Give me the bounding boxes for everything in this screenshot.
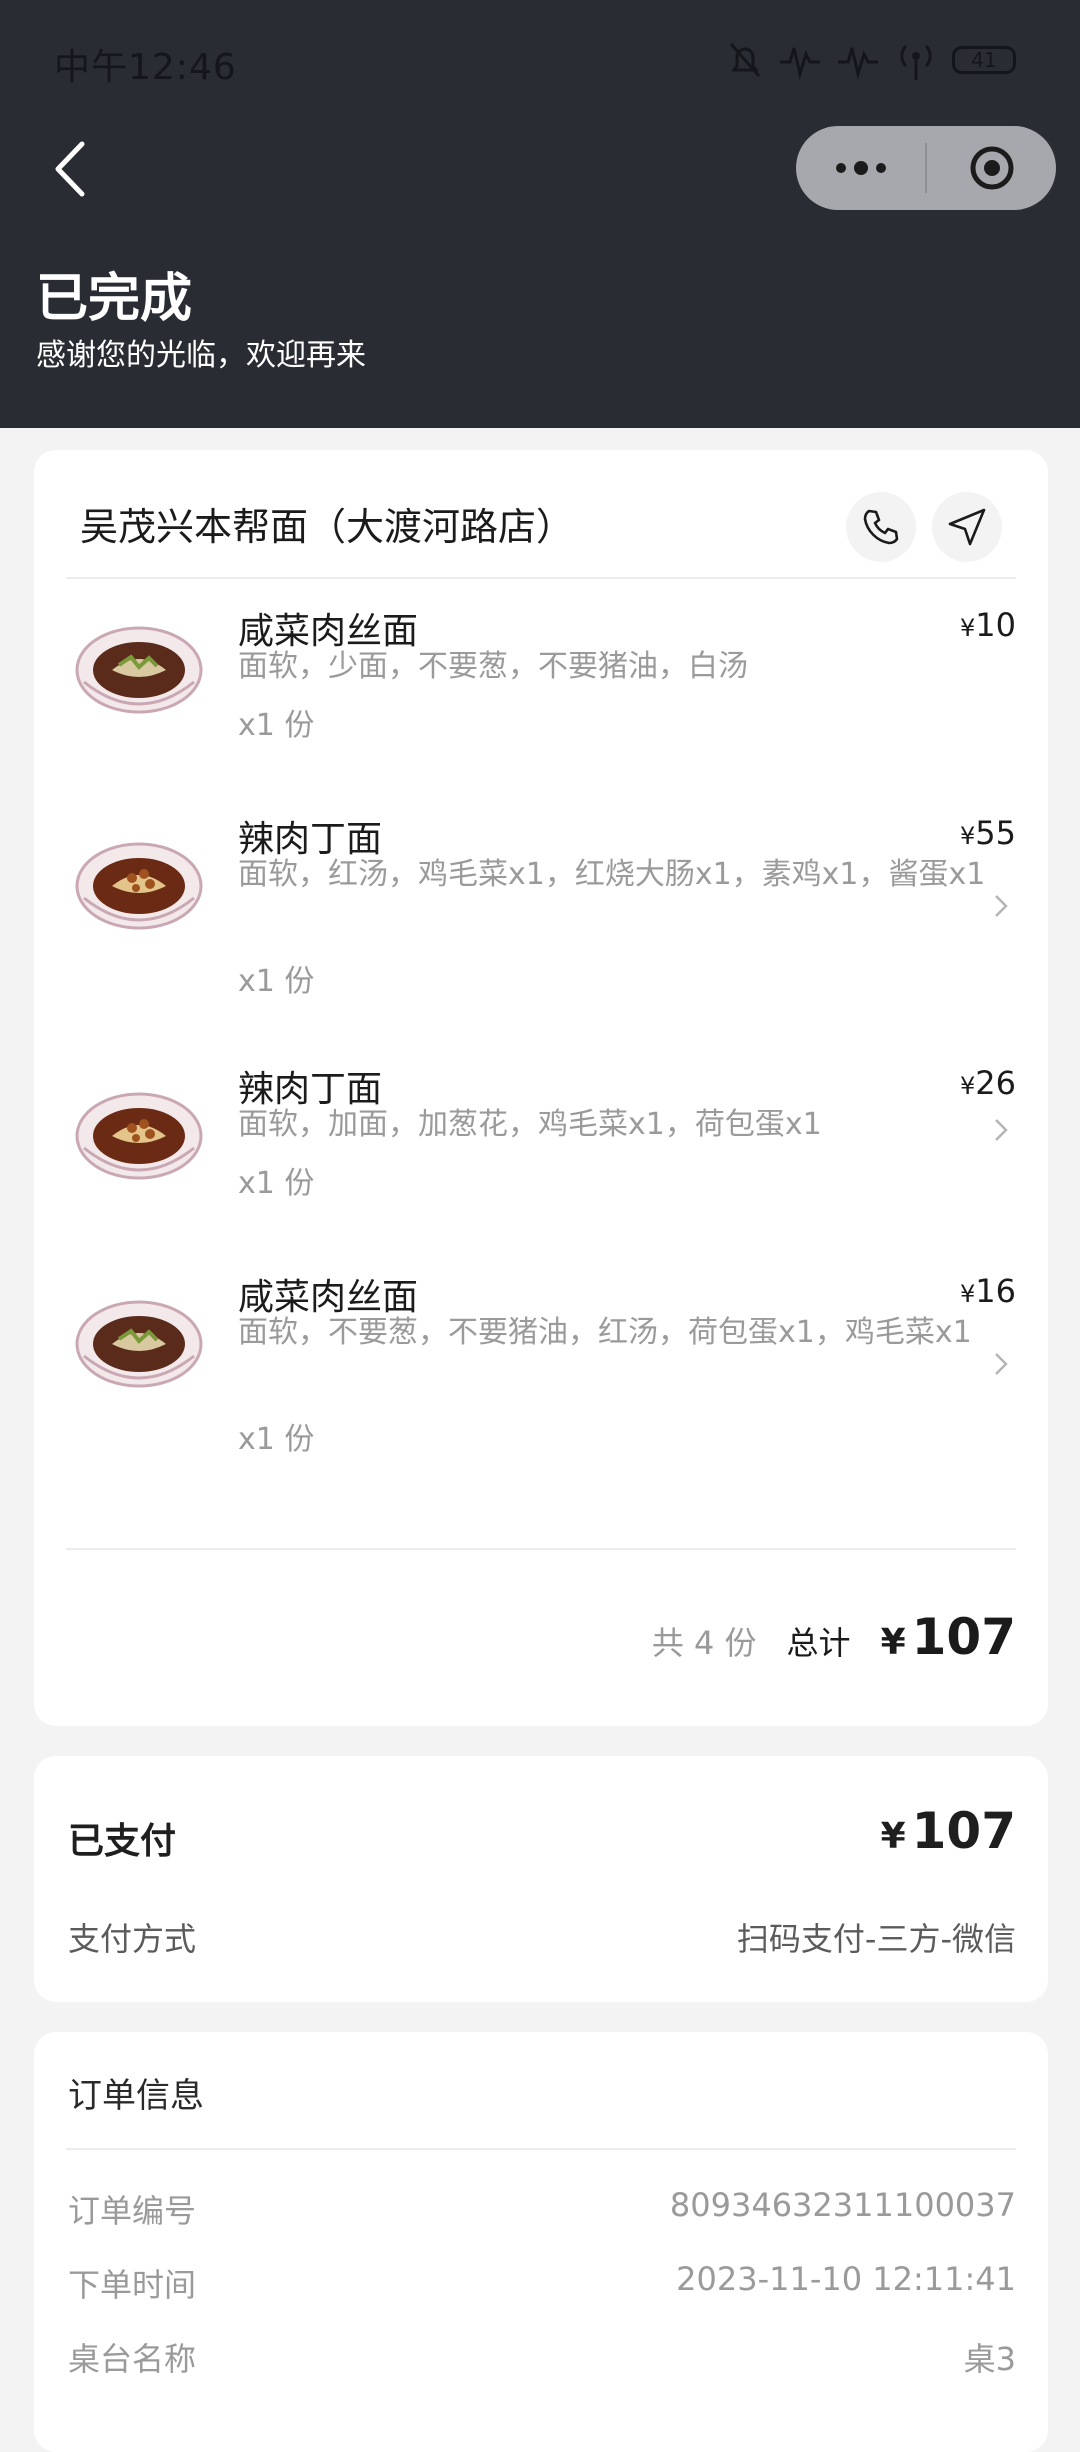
chevron-right-icon: [995, 1353, 1008, 1375]
item-desc: 面软，加面，加葱花，鸡毛菜x1，荷包蛋x1: [238, 1107, 822, 1142]
divider: [66, 2148, 1016, 2150]
order-time-value: 2023-11-10 12:11:41: [676, 2260, 1016, 2298]
close-miniapp-button[interactable]: [927, 126, 1056, 210]
currency-symbol: ¥: [960, 1072, 976, 1100]
target-circle-icon: [970, 146, 1013, 190]
currency-symbol: ¥: [960, 614, 976, 642]
item-price-value: 10: [975, 606, 1016, 644]
item-price: ¥55: [960, 814, 1016, 852]
page-title: 已完成: [36, 269, 193, 329]
item-price-value: 16: [975, 1272, 1016, 1310]
miniapp-capsule: [796, 126, 1056, 210]
signal-wave-icon: [838, 47, 878, 80]
item-price: ¥26: [960, 1064, 1016, 1102]
noodle-bowl-image: [75, 1092, 203, 1180]
navigate-button[interactable]: [932, 492, 1002, 562]
more-button[interactable]: [796, 126, 925, 210]
navigation-arrow-icon: [948, 508, 986, 546]
item-price-value: 26: [975, 1064, 1016, 1102]
order-time-label: 下单时间: [68, 2266, 197, 2304]
total-count: 共 4 份: [651, 1624, 757, 1662]
currency-symbol: ¥: [880, 1816, 906, 1857]
order-info-card: 订单信息 订单编号 80934632311100037 下单时间 2023-11…: [34, 2032, 1048, 2452]
total-label: 总计: [786, 1624, 851, 1662]
chevron-left-icon: [55, 141, 85, 197]
item-qty: x1 份: [238, 964, 315, 999]
mute-bell-icon: [729, 43, 761, 77]
currency-symbol: ¥: [960, 1280, 976, 1308]
noodle-bowl-image: [75, 626, 203, 714]
order-item[interactable]: 辣肉丁面 ¥26 面软，加面，加葱花，鸡毛菜x1，荷包蛋x1 x1 份: [34, 1058, 1048, 1238]
payment-status: 已支付: [68, 1821, 177, 1862]
header: 中午12:46 41 已完成 感谢您的光临，欢迎再来: [0, 0, 1080, 428]
item-price: ¥10: [960, 606, 1016, 644]
item-price: ¥16: [960, 1272, 1016, 1310]
divider: [66, 1548, 1016, 1550]
payment-amount: ¥107: [881, 1802, 1016, 1860]
order-number-label: 订单编号: [68, 2192, 197, 2230]
signal-wave-icon: [780, 47, 820, 80]
status-time: 中午12:46: [54, 47, 237, 88]
currency-symbol: ¥: [960, 822, 976, 850]
status-icons: 41: [726, 36, 1016, 84]
table-name-label: 桌台名称: [68, 2340, 197, 2378]
order-info-title: 订单信息: [68, 2076, 204, 2116]
item-qty: x1 份: [238, 708, 315, 743]
item-desc: 面软，不要葱，不要猪油，红汤，荷包蛋x1，鸡毛菜x1: [238, 1315, 972, 1350]
item-qty: x1 份: [238, 1166, 315, 1201]
total-amount: ¥107: [881, 1608, 1016, 1666]
item-desc: 面软，红汤，鸡毛菜x1，红烧大肠x1，素鸡x1，酱蛋x1: [238, 857, 986, 892]
table-name-value: 桌3: [963, 2340, 1016, 2378]
order-items-card: 吴茂兴本帮面（大渡河路店） 咸菜肉丝面 ¥10 面软，少面，不要葱，不要猪油，白…: [34, 450, 1048, 1726]
payment-method-value: 扫码支付-三方-微信: [736, 1920, 1016, 1958]
item-desc: 面软，少面，不要葱，不要猪油，白汤: [238, 649, 748, 684]
payment-card: 已支付 ¥107 支付方式 扫码支付-三方-微信: [34, 1756, 1048, 2002]
page-subtitle: 感谢您的光临，欢迎再来: [36, 338, 366, 373]
back-button[interactable]: [40, 134, 100, 204]
hotspot-icon: [900, 44, 932, 80]
currency-symbol: ¥: [880, 1622, 906, 1663]
item-qty: x1 份: [238, 1422, 315, 1457]
divider: [66, 577, 1016, 579]
more-dots-icon: [835, 161, 886, 175]
payment-method-label: 支付方式: [68, 1920, 197, 1958]
order-item: 咸菜肉丝面 ¥10 面软，少面，不要葱，不要猪油，白汤 x1 份: [34, 600, 1048, 780]
order-item[interactable]: 辣肉丁面 ¥55 面软，红汤，鸡毛菜x1，红烧大肠x1，素鸡x1，酱蛋x1 x1…: [34, 808, 1048, 1038]
payment-amount-value: 107: [911, 1802, 1016, 1860]
item-price-value: 55: [975, 814, 1016, 852]
store-name[interactable]: 吴茂兴本帮面（大渡河路店）: [80, 496, 574, 551]
order-item[interactable]: 咸菜肉丝面 ¥16 面软，不要葱，不要猪油，红汤，荷包蛋x1，鸡毛菜x1 x1 …: [34, 1266, 1048, 1496]
order-summary: 共 4 份 总计 ¥107: [652, 1608, 1016, 1666]
total-amount-value: 107: [911, 1608, 1016, 1666]
chevron-right-icon: [995, 895, 1008, 917]
order-number-value[interactable]: 80934632311100037: [670, 2186, 1016, 2224]
battery-indicator: 41: [952, 46, 1016, 74]
noodle-bowl-image: [75, 842, 203, 930]
noodle-bowl-image: [75, 1300, 203, 1388]
phone-icon: [863, 509, 899, 545]
chevron-right-icon: [995, 1119, 1008, 1141]
call-button[interactable]: [846, 492, 916, 562]
